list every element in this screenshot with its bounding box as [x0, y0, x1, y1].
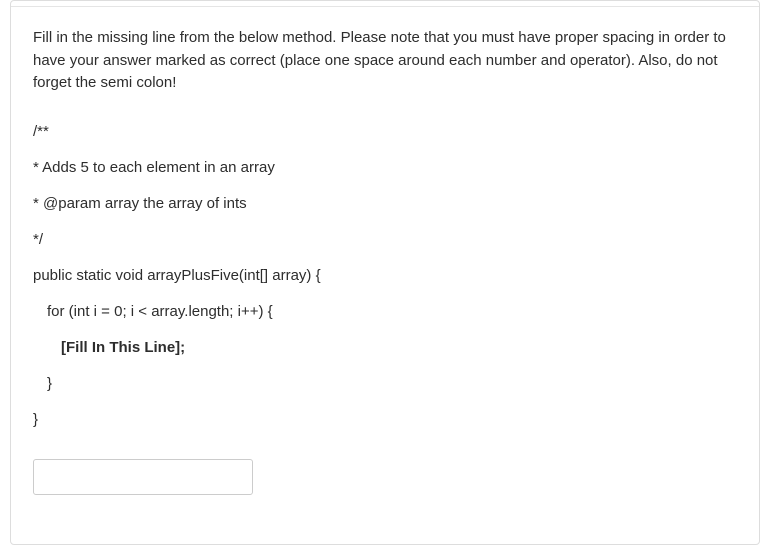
question-instructions: Fill in the missing line from the below … [33, 27, 737, 95]
code-line-close-brace-outer: } [33, 411, 737, 429]
code-line-comment-close: */ [33, 231, 737, 249]
code-line-comment-open: /** [33, 123, 737, 141]
code-line-method-signature: public static void arrayPlusFive(int[] a… [33, 267, 737, 285]
code-block: /** * Adds 5 to each element in an array… [33, 123, 737, 429]
code-line-close-brace-inner: } [33, 375, 737, 393]
code-line-comment-param: * @param array the array of ints [33, 195, 737, 213]
code-line-for-loop: for (int i = 0; i < array.length; i++) { [33, 303, 737, 321]
answer-input-wrapper [33, 459, 737, 495]
question-card: Fill in the missing line from the below … [10, 0, 760, 545]
code-line-comment-desc: * Adds 5 to each element in an array [33, 159, 737, 177]
question-content: Fill in the missing line from the below … [11, 7, 759, 515]
answer-input[interactable] [33, 459, 253, 495]
code-line-fill-placeholder: [Fill In This Line]; [33, 339, 737, 357]
